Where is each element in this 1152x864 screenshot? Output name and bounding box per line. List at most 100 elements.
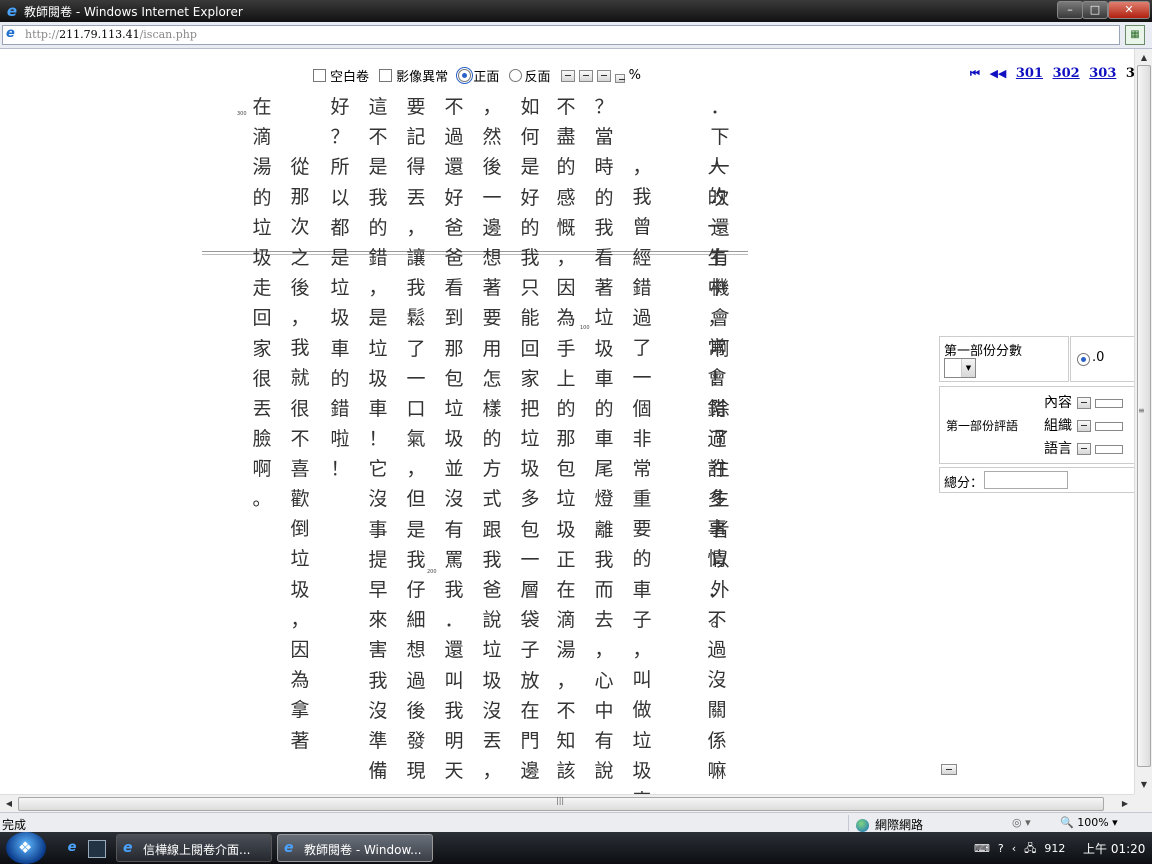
handwritten-char: 為 xyxy=(556,307,576,330)
page-link-303[interactable]: 303 xyxy=(1089,66,1116,81)
handwritten-char: 跟 xyxy=(482,518,502,541)
handwritten-char: 圾 xyxy=(252,246,272,269)
network-icon[interactable]: 🖧 xyxy=(1024,842,1036,855)
scroll-left-icon[interactable]: ◀ xyxy=(2,797,16,811)
back-side-radio[interactable] xyxy=(509,69,523,82)
handwritten-char: 不 xyxy=(368,126,388,149)
ie-icon: e xyxy=(123,840,133,856)
handwritten-char: 的 xyxy=(707,186,727,209)
first-page-icon[interactable]: ⏮ xyxy=(970,67,980,80)
scroll-right-icon[interactable]: ▶ xyxy=(1118,797,1132,811)
zoom-button-4[interactable] xyxy=(614,74,625,83)
page-navigation: ⏮ ◀◀ 301 302 303 304 ▶▶ xyxy=(970,66,1134,81)
criterion-button[interactable] xyxy=(1077,397,1091,409)
handwritten-char: 事 xyxy=(707,518,727,541)
handwritten-char: 但 xyxy=(406,488,426,511)
taskbar-item-active[interactable]: e 教師閱卷 - Window... xyxy=(277,834,433,862)
criterion-row-organization: 組織 xyxy=(1044,415,1123,435)
handwritten-char: 圾 xyxy=(632,759,652,782)
handwritten-char: 我 xyxy=(444,579,464,601)
previous-page-icon[interactable]: ◀◀ xyxy=(989,67,1006,80)
help-icon[interactable]: ? xyxy=(998,842,1004,855)
part1-score-radio-box: .0 xyxy=(1070,336,1134,382)
close-button[interactable]: ✕ xyxy=(1108,1,1150,19)
handwritten-char: 車 xyxy=(594,367,614,390)
handwritten-char: 很 xyxy=(252,367,272,390)
criterion-button[interactable] xyxy=(1077,443,1091,455)
ie-quicklaunch-icon[interactable]: e xyxy=(64,840,80,856)
vertical-scrollbar[interactable]: ▲ ≡ ▼ xyxy=(1134,49,1152,794)
handwritten-char: 想 xyxy=(482,246,502,269)
url-text: http://211.79.113.41/iscan.php xyxy=(25,28,197,41)
handwritten-char: 不 xyxy=(444,96,464,118)
handwritten-char: ， xyxy=(406,216,426,239)
clock[interactable]: 上午 01:20 xyxy=(1083,840,1145,857)
handwritten-char: 沒 xyxy=(482,699,502,722)
score-zero-radio[interactable] xyxy=(1077,353,1090,366)
handwritten-char: 因 xyxy=(290,639,310,661)
protected-mode-icon[interactable]: ◎ ▾ xyxy=(1012,816,1031,829)
handwritten-char: 去 xyxy=(594,609,614,632)
handwritten-char: 丟 xyxy=(252,397,272,420)
criterion-field[interactable] xyxy=(1095,444,1123,454)
handwritten-char: 我 xyxy=(406,277,426,300)
handwritten-char: 個 xyxy=(632,397,652,420)
handwritten-char: 記 xyxy=(406,126,426,149)
page-link-301[interactable]: 301 xyxy=(1016,66,1043,81)
handwritten-char: 歡 xyxy=(290,488,310,511)
criterion-field[interactable] xyxy=(1095,421,1123,431)
blank-paper-checkbox[interactable] xyxy=(313,69,326,82)
handwritten-char: 得 xyxy=(406,156,426,179)
page-link-302[interactable]: 302 xyxy=(1053,66,1080,81)
zoom-button-1[interactable] xyxy=(560,69,575,82)
zoom-button-3[interactable] xyxy=(596,69,611,82)
handwritten-char: 子 xyxy=(520,639,540,662)
handwritten-char: 都 xyxy=(330,216,350,239)
handwritten-char: 圾 xyxy=(482,669,502,692)
maximize-button[interactable]: □ xyxy=(1082,1,1108,19)
handwritten-char: 一 xyxy=(482,186,502,209)
vertical-scroll-thumb[interactable] xyxy=(1137,65,1151,767)
zoom-level[interactable]: 🔍 100% ▾ xyxy=(1060,816,1118,829)
front-side-radio[interactable] xyxy=(456,67,474,84)
handwritten-char: 垃 xyxy=(556,488,576,511)
handwritten-char: 爸 xyxy=(444,216,464,239)
handwritten-char: 的 xyxy=(556,397,576,420)
handwritten-char: 式 xyxy=(482,488,502,511)
taskbar-item[interactable]: e 信樺線上閱卷介面... xyxy=(116,834,272,862)
show-desktop-icon[interactable] xyxy=(88,840,106,858)
keyboard-icon[interactable]: ⌨ xyxy=(974,842,990,855)
part1-score-select[interactable]: ▼ xyxy=(944,358,976,378)
back-side-label: 反面 xyxy=(524,70,551,85)
handwritten-char: 所 xyxy=(330,156,350,179)
handwritten-char: 錯 xyxy=(330,397,350,420)
handwritten-char: 回 xyxy=(520,337,540,360)
total-score-field[interactable] xyxy=(984,471,1068,489)
handwritten-char: ？ xyxy=(594,96,614,118)
handwritten-char: 一 xyxy=(406,367,426,390)
handwritten-char: 丟 xyxy=(482,729,502,752)
zoom-button-2[interactable] xyxy=(578,69,593,82)
handwritten-char: 包 xyxy=(444,367,464,390)
url-field[interactable]: e http://211.79.113.41/iscan.php xyxy=(2,25,1120,45)
compatibility-view-icon[interactable]: ▦ xyxy=(1125,25,1145,45)
handwritten-char: 多 xyxy=(520,488,540,511)
criterion-field[interactable] xyxy=(1095,398,1123,408)
start-button[interactable]: ❖ xyxy=(6,832,46,864)
handwritten-char: 做 xyxy=(632,699,652,722)
scroll-up-icon[interactable]: ▲ xyxy=(1137,51,1151,65)
scroll-down-icon[interactable]: ▼ xyxy=(1137,778,1151,792)
criterion-button[interactable] xyxy=(1077,420,1091,432)
handwriting-column: 好 ？ 所以都是垃圾車的錯啦 ！ xyxy=(326,92,354,484)
image-error-checkbox[interactable] xyxy=(379,69,393,82)
expand-tray-icon[interactable]: ‹ xyxy=(1012,842,1016,855)
collapse-button[interactable] xyxy=(941,764,957,775)
security-zone[interactable]: 網際網路 xyxy=(856,816,923,833)
handwritten-char: ！ xyxy=(368,428,388,451)
handwriting-column: 從那次之後 ， 我就很不喜歡倒垃圾 ， 因為拿著 xyxy=(286,152,314,756)
url-path: /iscan.php xyxy=(139,28,197,41)
horizontal-scrollbar[interactable]: ◀ ||| ▶ xyxy=(0,794,1134,813)
handwritten-char: 非 xyxy=(632,427,652,450)
minimize-button[interactable]: – xyxy=(1057,1,1083,19)
handwritten-char: 邊 xyxy=(482,216,502,239)
